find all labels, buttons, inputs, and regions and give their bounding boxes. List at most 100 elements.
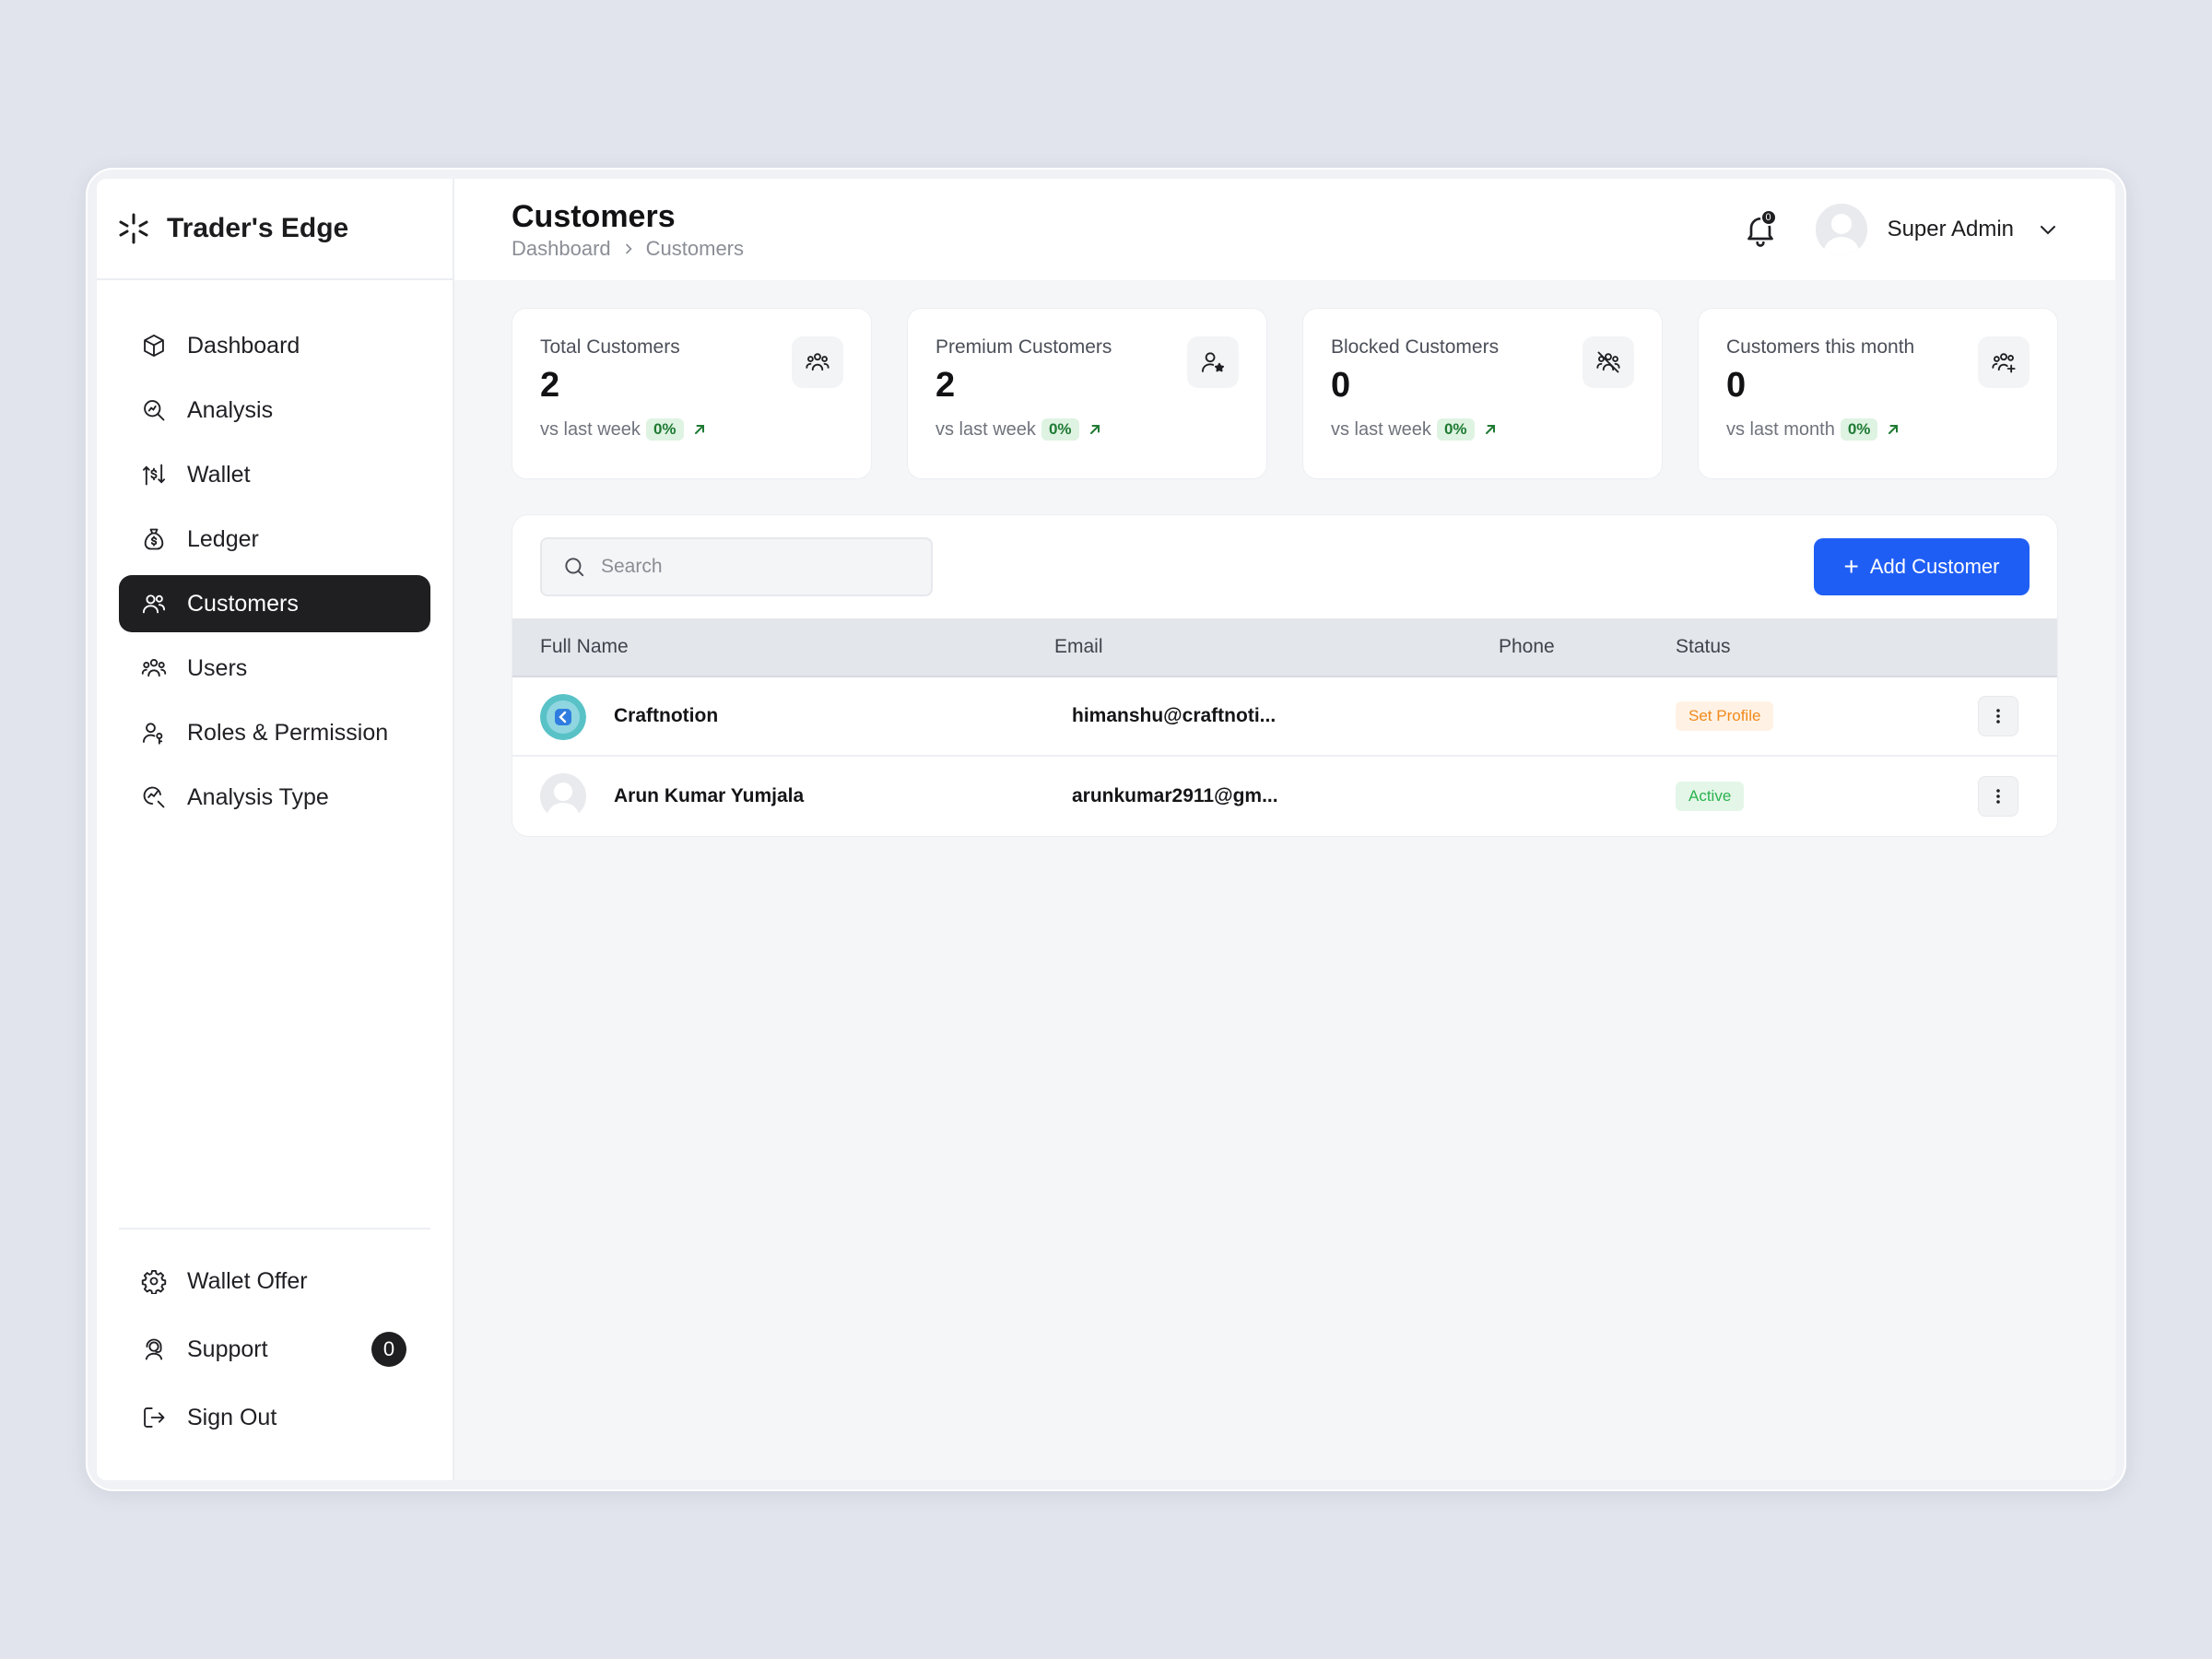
sidebar-item-label: Wallet (187, 461, 251, 488)
app-name: Trader's Edge (167, 213, 349, 243)
customers-icon (142, 594, 166, 614)
sidebar-item-analysis[interactable]: Analysis (119, 382, 430, 439)
chevron-right-icon (625, 243, 632, 254)
stat-compare-text: vs last week (935, 418, 1036, 440)
avatar[interactable] (1815, 204, 1867, 255)
customer-email: arunkumar2911@gm... (1072, 785, 1278, 806)
sidebar-item-wallet-offer[interactable]: Wallet Offer (119, 1252, 430, 1311)
stat-icon-box (792, 336, 843, 388)
customer-email: himanshu@craftnoti... (1072, 705, 1277, 726)
wallet-transfer-icon (142, 464, 166, 486)
sidebar-item-users[interactable]: Users (119, 640, 430, 697)
sidebar-item-label: Roles & Permission (187, 719, 389, 746)
notifications-button[interactable]: 0 (1742, 209, 1779, 248)
column-header-email[interactable]: Email (1054, 636, 1103, 658)
company-logo-icon (540, 694, 586, 740)
sidebar-item-label: Analysis Type (187, 783, 329, 810)
stat-change-badge: 0% (1436, 418, 1475, 441)
stat-icon-box (1978, 336, 2030, 388)
money-bag-icon (144, 528, 164, 550)
user-placeholder-icon (1815, 204, 1867, 255)
sidebar-item-label: Customers (187, 590, 299, 617)
stat-change-badge: 0% (1840, 418, 1878, 441)
customer-name: Arun Kumar Yumjala (614, 785, 805, 806)
breadcrumb-item-customers: Customers (645, 237, 744, 260)
sidebar-item-label: Support (187, 1335, 268, 1362)
sidebar-item-ledger[interactable]: Ledger (119, 511, 430, 568)
user-name[interactable]: Super Admin (1888, 217, 2014, 242)
stat-change-badge: 0% (645, 418, 684, 441)
top-header: Customers Dashboard Customers 0 Super Ad… (454, 179, 2115, 280)
arrow-up-right-icon (1485, 425, 1495, 434)
avatar (540, 694, 586, 740)
support-count-badge: 0 (371, 1332, 406, 1367)
sidebar-item-wallet[interactable]: Wallet (119, 446, 430, 503)
breadcrumb: Dashboard Customers (512, 237, 744, 261)
search-input[interactable] (601, 556, 914, 578)
sidebar-item-label: Dashboard (187, 332, 300, 359)
column-header-phone[interactable]: Phone (1499, 636, 1555, 658)
sidebar-item-dashboard[interactable]: Dashboard (119, 317, 430, 374)
search-box[interactable] (540, 537, 933, 596)
search-icon (565, 558, 584, 577)
table-header: Full Name Email Phone Status (512, 618, 2057, 677)
breadcrumb-item-dashboard[interactable]: Dashboard (512, 237, 611, 261)
cube-icon (144, 334, 164, 358)
avatar (540, 773, 586, 819)
customers-group-icon (806, 353, 830, 371)
stat-change-badge: 0% (1041, 418, 1079, 441)
stat-compare-text: vs last month (1726, 418, 1835, 440)
support-icon (145, 1338, 163, 1360)
sidebar-item-sign-out[interactable]: Sign Out (119, 1388, 430, 1447)
sidebar-item-label: Ledger (187, 525, 259, 552)
row-actions-button[interactable] (1978, 696, 2018, 736)
stats-row: Total Customers 2 vs last week 0% Premiu… (512, 308, 2058, 479)
stat-card-blocked-customers: Blocked Customers 0 vs last week 0% (1302, 308, 1663, 479)
analysis-search-icon (144, 400, 165, 421)
sidebar-footer: Wallet Offer Support 0 Sign Out (119, 1228, 430, 1456)
status-badge: Set Profile (1676, 701, 1774, 731)
sidebar-item-analysis-type[interactable]: Analysis Type (119, 769, 430, 826)
customers-table-card: + Add Customer Full Name Email Phone Sta… (512, 514, 2058, 837)
arrow-up-right-icon (694, 425, 704, 434)
add-customer-label: Add Customer (1869, 555, 2000, 578)
search-chart-icon (143, 786, 165, 808)
gear-icon (141, 1269, 167, 1294)
customer-name: Craftnotion (614, 705, 719, 726)
sidebar-item-label: Sign Out (187, 1404, 277, 1430)
sidebar-item-roles-permission[interactable]: Roles & Permission (119, 704, 430, 761)
column-header-status[interactable]: Status (1676, 636, 1731, 658)
sidebar-item-customers[interactable]: Customers (119, 575, 430, 632)
row-actions-button[interactable] (1978, 776, 2018, 817)
main-content: Customers Dashboard Customers 0 Super Ad… (454, 179, 2115, 1480)
chevron-down-icon[interactable] (2038, 219, 2058, 240)
plus-icon: + (1843, 552, 1859, 581)
sidebar-nav: Dashboard Analysis Wallet Ledger Custome… (97, 280, 453, 826)
table-row[interactable]: Craftnotion himanshu@craftnoti... Set Pr… (512, 677, 2057, 757)
app-window: Trader's Edge Dashboard Analysis Wallet … (97, 179, 2115, 1480)
users-icon (141, 658, 167, 677)
column-header-full-name[interactable]: Full Name (540, 636, 629, 658)
stat-card-premium-customers: Premium Customers 2 vs last week 0% (907, 308, 1267, 479)
logo-icon (119, 213, 148, 244)
users-add-icon (1992, 353, 2016, 373)
stat-icon-box (1187, 336, 1239, 388)
sidebar: Trader's Edge Dashboard Analysis Wallet … (97, 179, 454, 1480)
page-title: Customers (512, 199, 676, 234)
user-key-icon (142, 723, 163, 745)
more-vertical-icon (1996, 709, 2000, 724)
sign-out-icon (144, 1407, 165, 1428)
stat-compare-text: vs last week (540, 418, 641, 440)
stat-icon-box (1583, 336, 1634, 388)
stat-card-customers-this-month: Customers this month 0 vs last month 0% (1698, 308, 2058, 479)
sidebar-item-support[interactable]: Support 0 (119, 1320, 430, 1379)
brand[interactable]: Trader's Edge (97, 179, 453, 280)
stat-compare-text: vs last week (1331, 418, 1431, 440)
table-row[interactable]: Arun Kumar Yumjala arunkumar2911@gm... A… (512, 757, 2057, 836)
status-badge: Active (1676, 782, 1745, 811)
add-customer-button[interactable]: + Add Customer (1814, 538, 2030, 595)
notification-count-badge: 0 (1759, 209, 1777, 226)
user-placeholder-icon (540, 773, 586, 819)
user-star-icon (1201, 352, 1225, 372)
more-vertical-icon (1996, 789, 2000, 804)
